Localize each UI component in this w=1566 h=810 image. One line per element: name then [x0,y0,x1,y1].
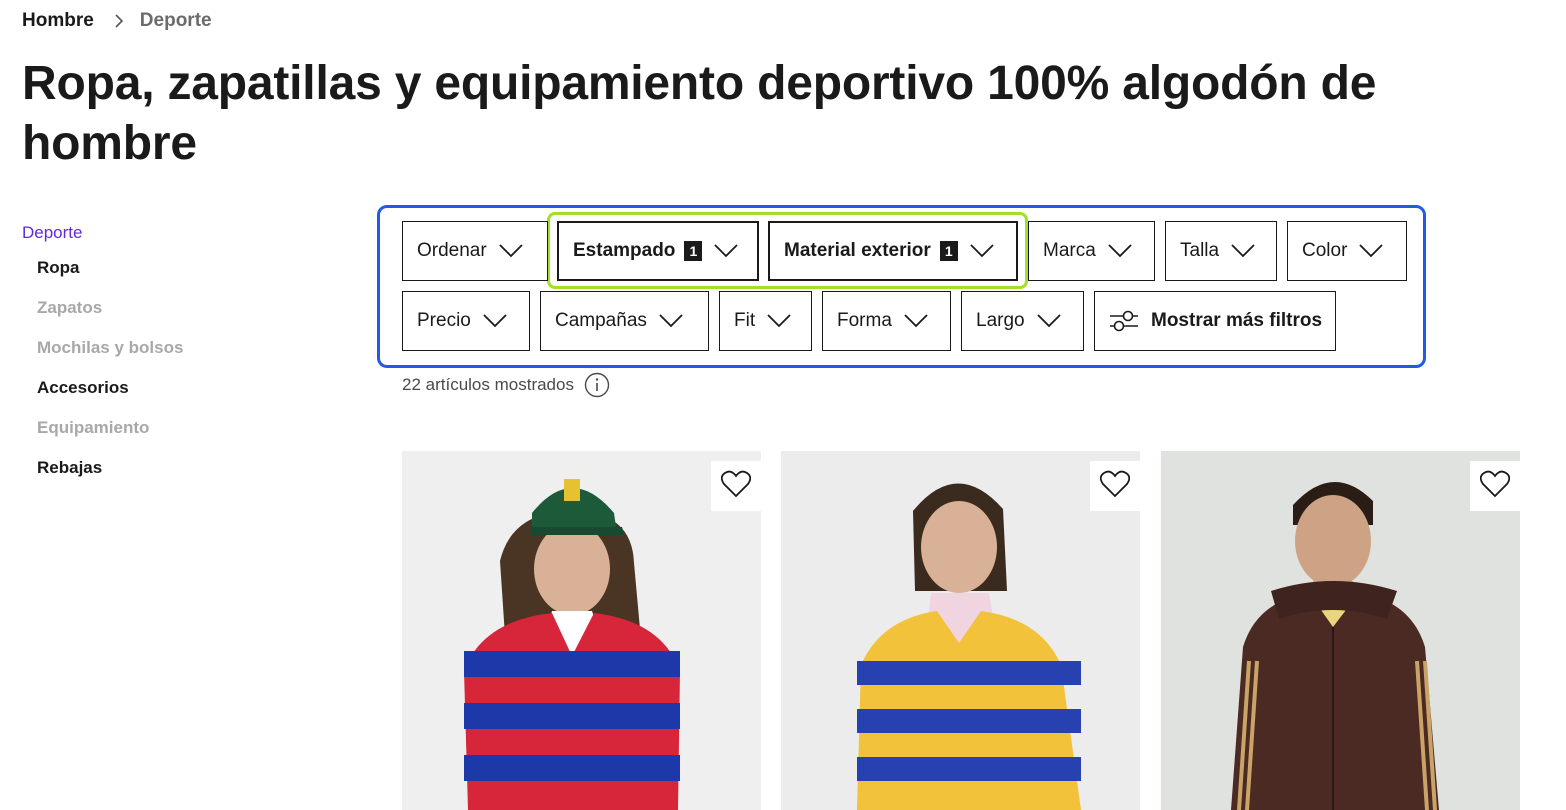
sort-label: Ordenar [417,240,487,261]
product-image-3[interactable] [1161,451,1520,810]
size-filter-dropdown[interactable]: Talla [1165,221,1277,281]
product-image-2[interactable] [781,451,1140,810]
breadcrumb-current[interactable]: Deporte [140,10,212,32]
material-filter-label: Material exterior [784,240,931,261]
pattern-filter-label: Estampado [573,240,676,261]
color-filter-label: Color [1302,240,1348,261]
price-filter-dropdown[interactable]: Precio [402,291,530,351]
product-card-2[interactable] [781,451,1140,810]
sidebar-item-zapatos[interactable]: Zapatos [22,288,322,328]
material-filter-dropdown[interactable]: Material exterior 1 [768,221,1018,281]
brand-filter-dropdown[interactable]: Marca [1028,221,1155,281]
size-filter-label: Talla [1180,240,1220,261]
chevron-down-icon [1108,244,1132,258]
heart-icon [1099,470,1131,503]
pattern-filter-dropdown[interactable]: Estampado 1 [557,221,759,281]
sidebar-item-ropa[interactable]: Ropa [22,248,322,288]
chevron-right-icon [114,13,124,29]
sidebar-list: Ropa Zapatos Mochilas y bolsos Accesorio… [22,248,322,488]
chevron-down-icon [714,244,739,258]
color-filter-dropdown[interactable]: Color [1287,221,1407,281]
sidebar-item-accesorios[interactable]: Accesorios [22,368,322,408]
fit-filter-label: Fit [734,310,756,331]
product-image-1[interactable] [402,451,761,810]
results-count-text: 22 artículos mostrados [402,375,574,394]
chevron-down-icon [659,314,683,328]
campaigns-filter-dropdown[interactable]: Campañas [540,291,709,351]
sidebar-item-rebajas[interactable]: Rebajas [22,448,322,488]
length-filter-label: Largo [976,310,1025,331]
product-card-3[interactable] [1161,451,1520,810]
chevron-down-icon [483,314,507,328]
shape-filter-label: Forma [837,310,892,331]
shape-filter-dropdown[interactable]: Forma [822,291,951,351]
sort-dropdown[interactable]: Ordenar [402,221,548,281]
chevron-down-icon [767,314,791,328]
chevron-down-icon [904,314,928,328]
price-filter-label: Precio [417,310,471,331]
sliders-icon [1109,309,1139,333]
pattern-filter-count-badge: 1 [684,241,703,261]
more-filters-button[interactable]: Mostrar más filtros [1094,291,1336,351]
material-filter-count-badge: 1 [939,241,958,261]
chevron-down-icon [1036,314,1061,328]
sidebar-category-title[interactable]: Deporte [22,220,322,246]
sidebar-item-equipamiento[interactable]: Equipamiento [22,408,322,448]
campaigns-filter-label: Campañas [555,310,647,331]
heart-icon [1479,470,1511,503]
fit-filter-dropdown[interactable]: Fit [719,291,812,351]
favorite-button[interactable] [711,461,761,511]
heart-icon [720,470,752,503]
breadcrumb-home-link[interactable]: Hombre [22,10,94,32]
info-icon[interactable] [584,372,610,398]
favorite-button[interactable] [1470,461,1520,511]
chevron-down-icon [1231,244,1255,258]
breadcrumb: Hombre Deporte [22,10,212,32]
chevron-down-icon [499,244,523,258]
chevron-down-icon [970,244,994,258]
results-count: 22 artículos mostrados [402,372,610,398]
brand-filter-label: Marca [1043,240,1096,261]
favorite-button[interactable] [1090,461,1140,511]
chevron-down-icon [1359,244,1384,258]
sidebar-item-mochilas[interactable]: Mochilas y bolsos [22,328,322,368]
product-card-1[interactable] [402,451,761,810]
length-filter-dropdown[interactable]: Largo [961,291,1084,351]
page-title: Ropa, zapatillas y equipamiento deportiv… [22,57,1377,170]
more-filters-label: Mostrar más filtros [1151,310,1323,331]
category-sidebar: Deporte Ropa Zapatos Mochilas y bolsos A… [22,220,322,488]
